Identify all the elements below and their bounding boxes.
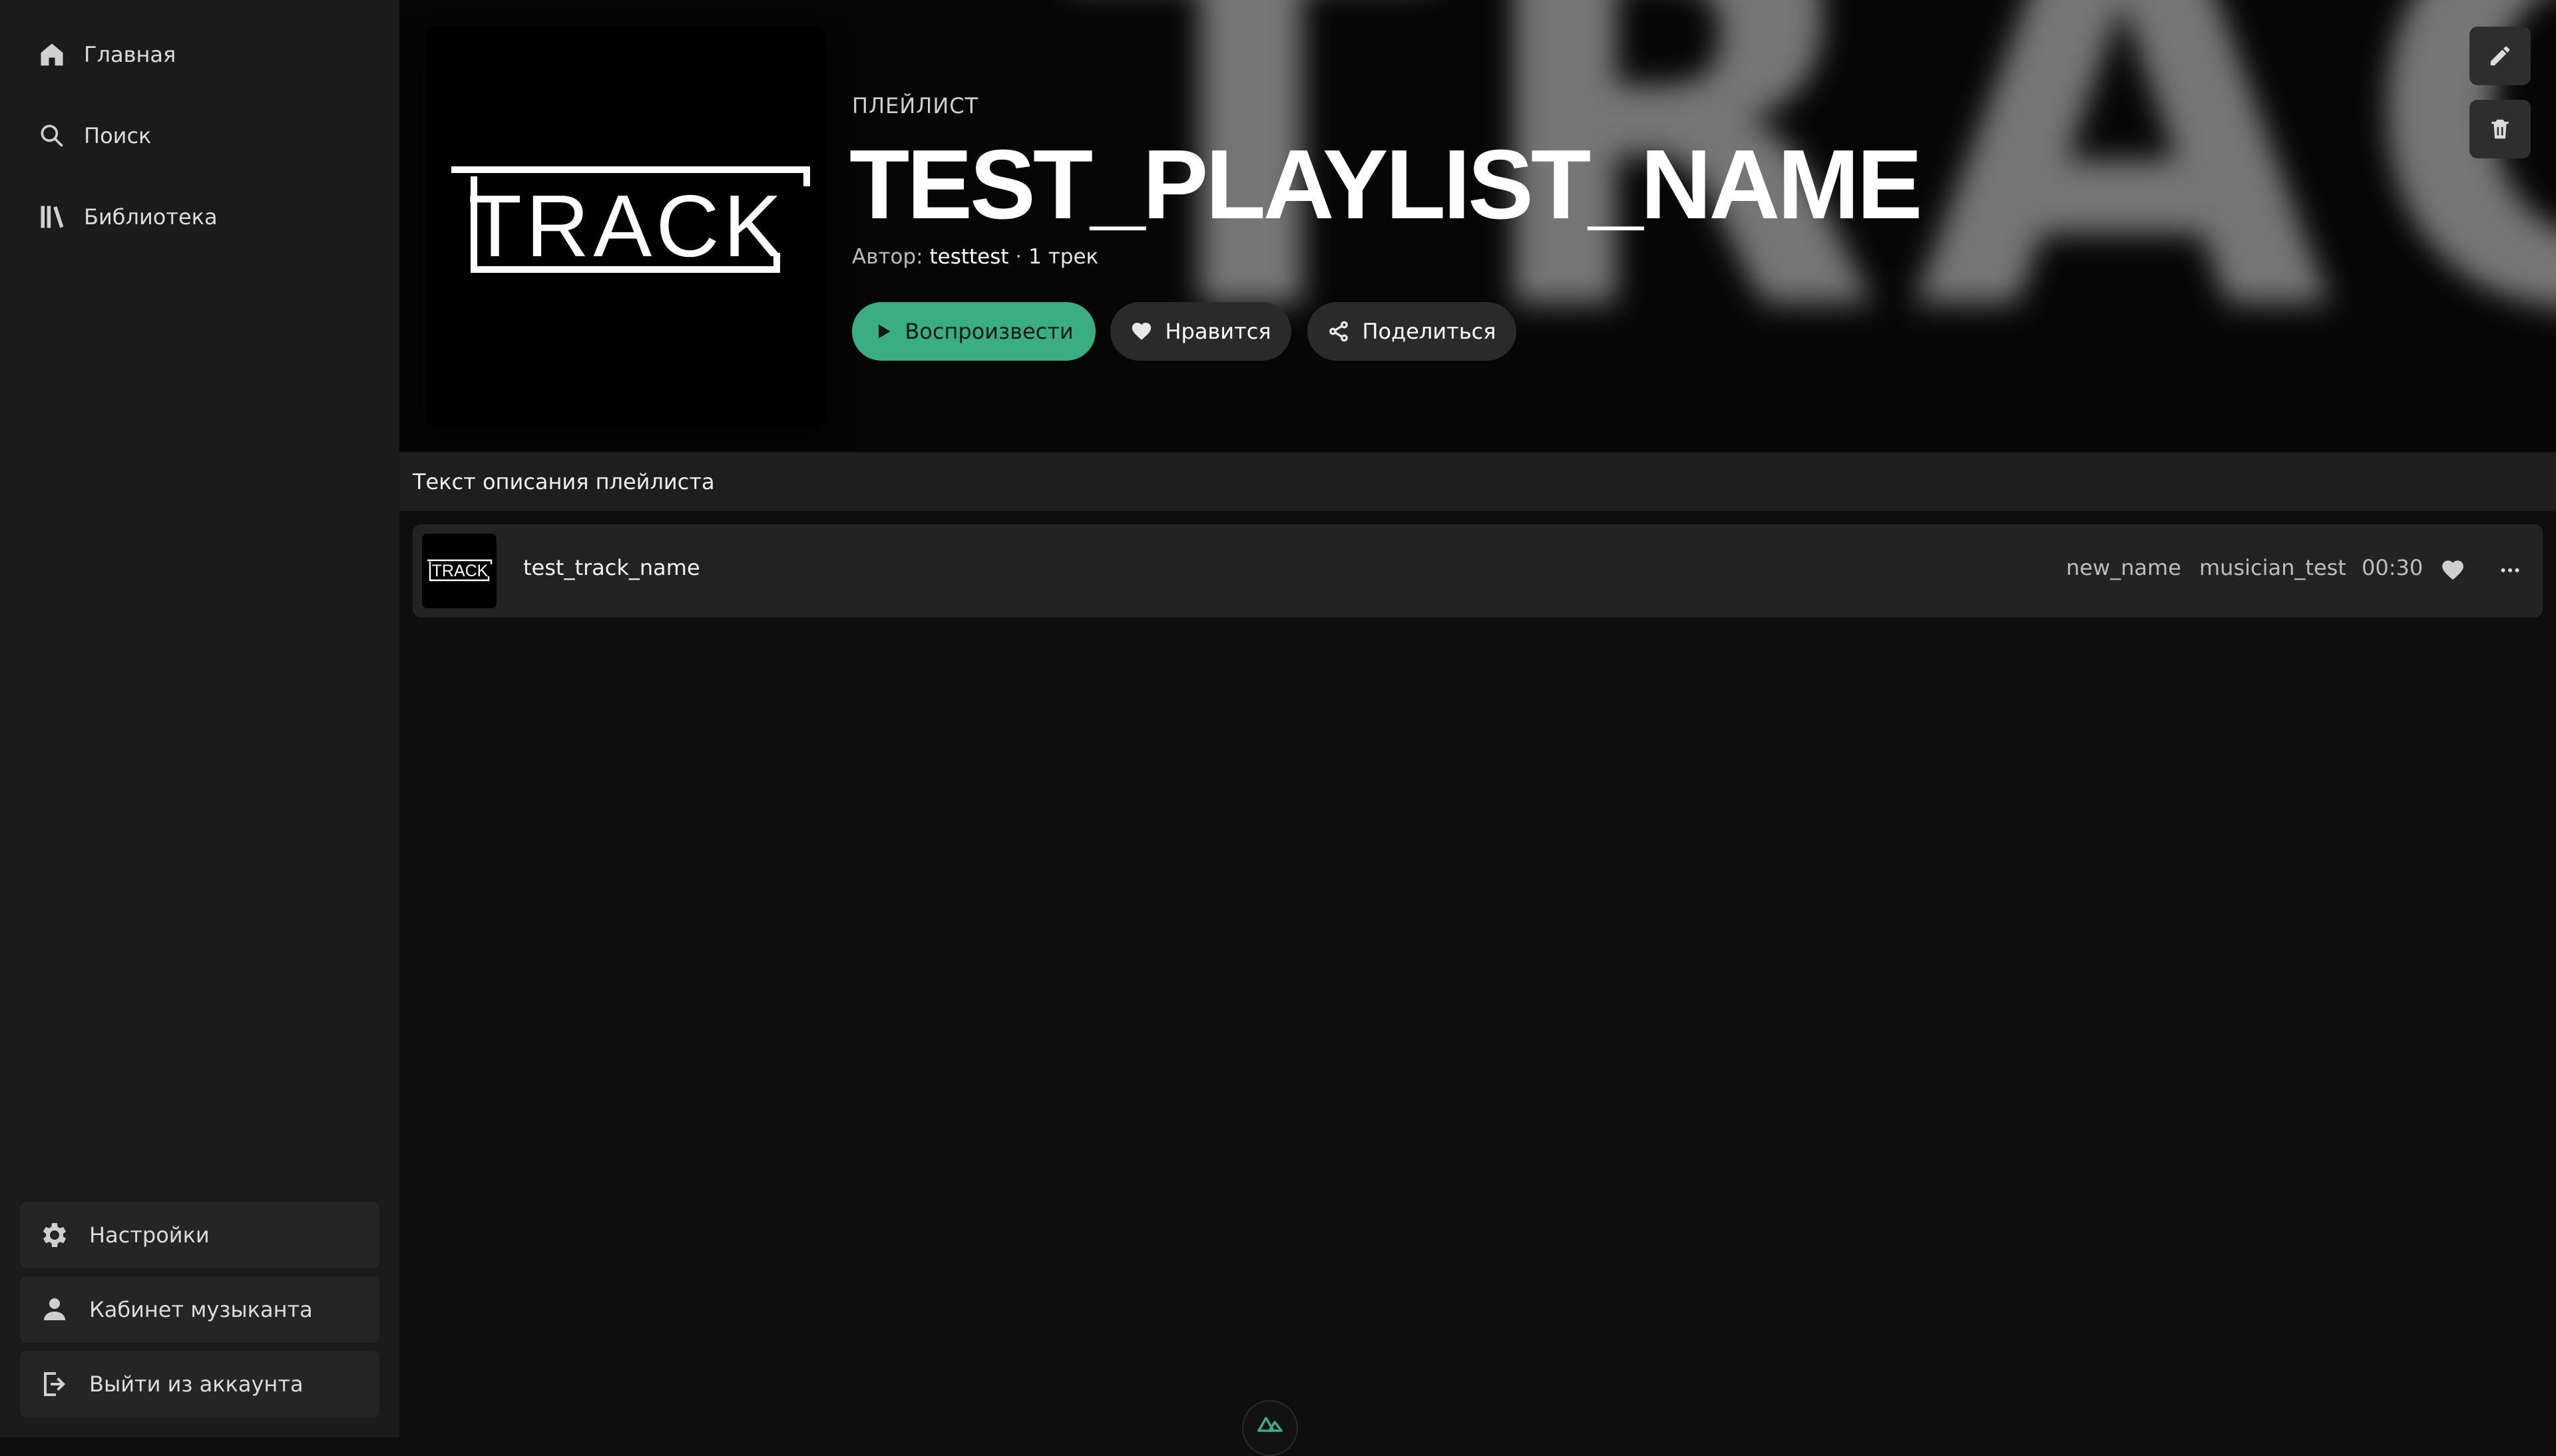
playlist-meta: Автор: testtest · 1 трек xyxy=(852,245,1098,269)
track-artist[interactable]: musician_test xyxy=(2199,555,2346,580)
more-horizontal-icon xyxy=(2501,568,2519,572)
play-label: Воспроизвести xyxy=(905,319,1074,344)
meta-separator: · xyxy=(1008,245,1029,269)
musician-cabinet-button[interactable]: Кабинет музыканта xyxy=(20,1276,379,1343)
logout-icon xyxy=(44,1372,65,1396)
play-icon xyxy=(879,324,891,339)
playlist-description: Текст описания плейлиста xyxy=(399,453,2556,511)
track-album[interactable]: new_name xyxy=(2066,555,2181,580)
user-icon xyxy=(44,1298,65,1320)
sidebar-item-label: Главная xyxy=(84,42,176,67)
like-button[interactable]: Нравится xyxy=(1110,302,1291,361)
search-icon xyxy=(41,124,63,147)
track-cover: TRACK xyxy=(422,534,497,608)
library-icon xyxy=(41,206,64,228)
devtools-indicator[interactable] xyxy=(1242,1400,1298,1456)
sidebar-item-home[interactable]: Главная xyxy=(37,35,176,75)
gear-icon xyxy=(43,1223,67,1247)
playlist-type-label: ПЛЕЙЛИСТ xyxy=(852,93,979,118)
like-label: Нравится xyxy=(1165,319,1271,344)
sidebar-item-search[interactable]: Поиск xyxy=(37,116,151,156)
cover-logo-text: TRACK xyxy=(468,177,785,275)
playlist-cover: TRACK xyxy=(426,27,825,426)
sidebar-item-label: Поиск xyxy=(84,123,152,148)
heart-icon xyxy=(2442,560,2463,580)
author-prefix: Автор: xyxy=(852,245,930,269)
share-button[interactable]: Поделиться xyxy=(1307,302,1516,361)
track-cover-text: TRACK xyxy=(432,562,489,580)
heart-icon xyxy=(1132,322,1152,340)
playlist-description-text: Текст описания плейлиста xyxy=(413,469,715,494)
trash-icon xyxy=(2491,119,2509,139)
sidebar: Главная Поиск Библиотека Настройки Кабин… xyxy=(0,0,399,1437)
track-like-button[interactable] xyxy=(2438,555,2468,586)
track-duration: 00:30 xyxy=(2362,555,2424,580)
playlist-header: TRACKI TRACK ПЛЕЙЛИСТ TEST_PLAYLIST_NAME… xyxy=(399,0,2556,451)
logout-label: Выйти из аккаунта xyxy=(89,1371,304,1397)
nuxt-icon xyxy=(1257,1417,1283,1432)
settings-label: Настройки xyxy=(89,1222,210,1248)
settings-button[interactable]: Настройки xyxy=(20,1202,379,1268)
home-icon xyxy=(41,43,63,66)
share-icon xyxy=(1329,321,1349,342)
track-logo: TRACK xyxy=(422,534,497,608)
track-name[interactable]: test_track_name xyxy=(523,555,700,580)
edit-playlist-button[interactable] xyxy=(2469,27,2531,85)
pencil-icon xyxy=(2490,46,2510,66)
share-label: Поделиться xyxy=(1362,319,1496,344)
delete-playlist-button[interactable] xyxy=(2469,100,2531,158)
track-count: 1 трек xyxy=(1028,245,1099,269)
sidebar-item-library[interactable]: Библиотека xyxy=(37,197,218,237)
play-button[interactable]: Воспроизвести xyxy=(852,302,1096,361)
musician-cabinet-label: Кабинет музыканта xyxy=(89,1297,313,1322)
author-link[interactable]: testtest xyxy=(929,245,1008,269)
track-logo: TRACK xyxy=(426,27,825,426)
table-row[interactable]: TRACK test_track_name new_name musician_… xyxy=(413,524,2543,618)
track-more-button[interactable] xyxy=(2495,555,2525,586)
sidebar-item-label: Библиотека xyxy=(84,204,218,230)
page-title: TEST_PLAYLIST_NAME xyxy=(849,130,1922,240)
logout-button[interactable]: Выйти из аккаунта xyxy=(20,1351,379,1417)
